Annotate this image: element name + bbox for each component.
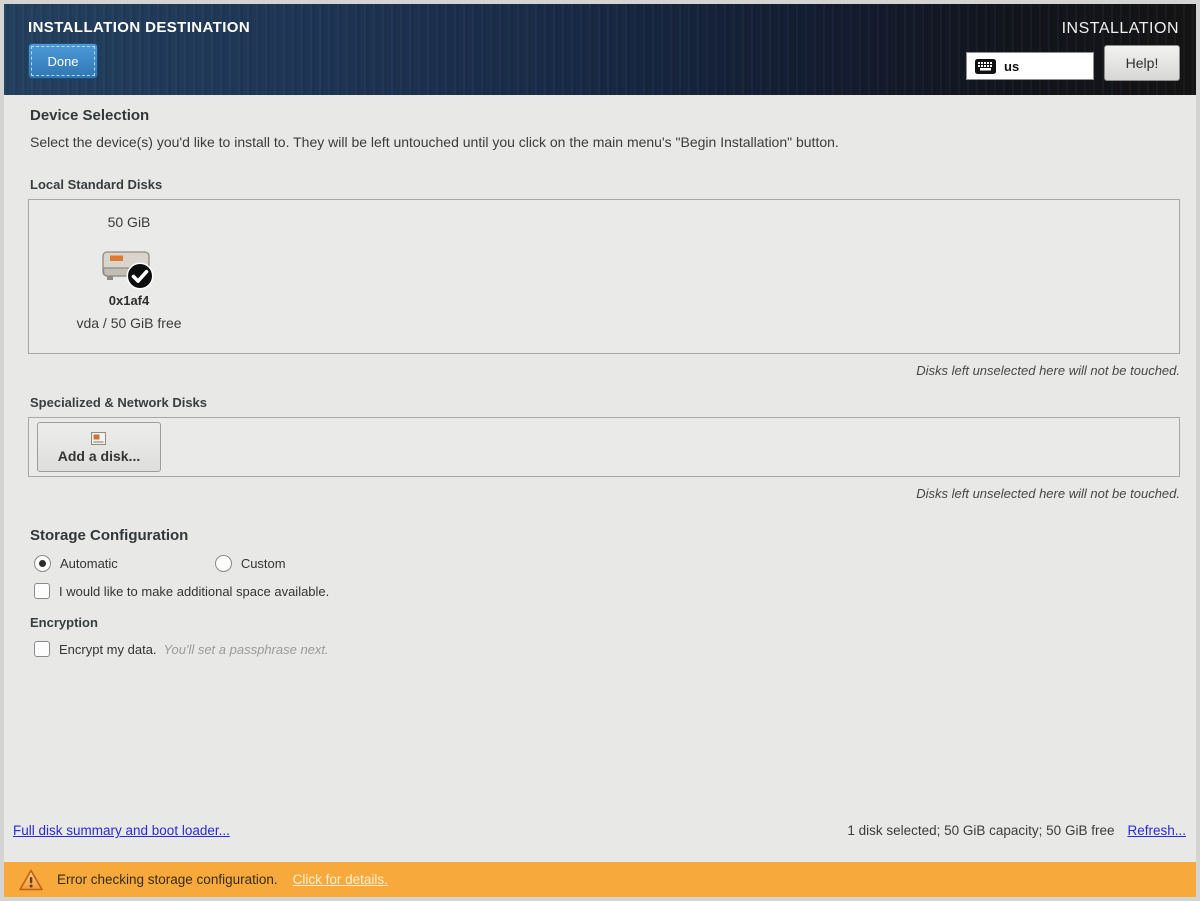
radio-custom-label: Custom [241,556,286,571]
add-disk-button[interactable]: Add a disk... [37,422,161,472]
radio-custom[interactable]: Custom [215,555,286,572]
checkbox-additional-space[interactable]: I would like to make additional space av… [34,583,329,599]
window-frame: INSTALLATION DESTINATION Done INSTALLATI… [4,4,1196,897]
encrypt-row: Encrypt my data. You'll set a passphrase… [34,641,1180,657]
checkbox-encrypt[interactable]: Encrypt my data. [34,641,157,657]
unselected-note-2: Disks left unselected here will not be t… [28,486,1180,501]
keyboard-icon [975,59,996,74]
main-content: Device Selection Select the device(s) yo… [4,95,1196,862]
keyboard-layout-value: us [1004,59,1019,74]
additional-space-row: I would like to make additional space av… [34,583,1180,599]
specialized-disks-heading: Specialized & Network Disks [30,395,1180,410]
encrypt-label: Encrypt my data. [59,642,157,657]
disk-details: vda / 50 GiB free [76,315,181,331]
warning-icon [18,868,44,892]
encrypt-hint: You'll set a passphrase next. [164,642,329,657]
disk-size: 50 GiB [108,214,151,230]
encryption-heading: Encryption [30,615,1180,630]
checkbox-encrypt-control [34,641,50,657]
partitioning-radio-row: Automatic Custom [34,555,1180,572]
local-disks-heading: Local Standard Disks [30,177,1180,192]
add-disk-label: Add a disk... [58,448,140,464]
radio-automatic-label: Automatic [60,556,118,571]
radio-automatic-control [34,555,51,572]
device-selection-heading: Device Selection [30,95,1180,124]
refresh-link[interactable]: Refresh... [1127,823,1186,838]
disk-summary-link[interactable]: Full disk summary and boot loader... [13,823,230,838]
local-disks-panel: 50 GiB 0x1af4 vda / 50 GiB free [28,199,1180,354]
footer-row: Full disk summary and boot loader... 1 d… [13,823,1186,838]
radio-custom-control [215,555,232,572]
warning-message: Error checking storage configuration. [57,872,278,887]
specialized-disks-panel: Add a disk... [28,417,1180,477]
additional-space-label: I would like to make additional space av… [59,584,329,599]
unselected-note: Disks left unselected here will not be t… [28,363,1180,378]
radio-automatic[interactable]: Automatic [34,555,118,572]
installation-label: INSTALLATION [1062,20,1179,38]
storage-configuration-heading: Storage Configuration [30,527,1180,544]
selection-status: 1 disk selected; 50 GiB capacity; 50 GiB… [847,823,1114,838]
disk-name: 0x1af4 [109,293,149,308]
warning-details-link[interactable]: Click for details. [293,872,388,887]
warning-bar[interactable]: Error checking storage configuration. Cl… [4,862,1196,897]
add-disk-icon [90,431,108,447]
done-button[interactable]: Done [28,43,98,79]
checkbox-additional-space-control [34,583,50,599]
help-button[interactable]: Help! [1104,45,1180,81]
header-bar: INSTALLATION DESTINATION Done INSTALLATI… [4,4,1196,95]
device-selection-description: Select the device(s) you'd like to insta… [30,134,1180,150]
keyboard-layout-indicator[interactable]: us [966,52,1094,80]
hard-drive-icon [102,241,156,291]
page-title: INSTALLATION DESTINATION [28,19,250,36]
disk-tile-vda[interactable]: 50 GiB 0x1af4 vda / 50 GiB free [41,200,217,331]
